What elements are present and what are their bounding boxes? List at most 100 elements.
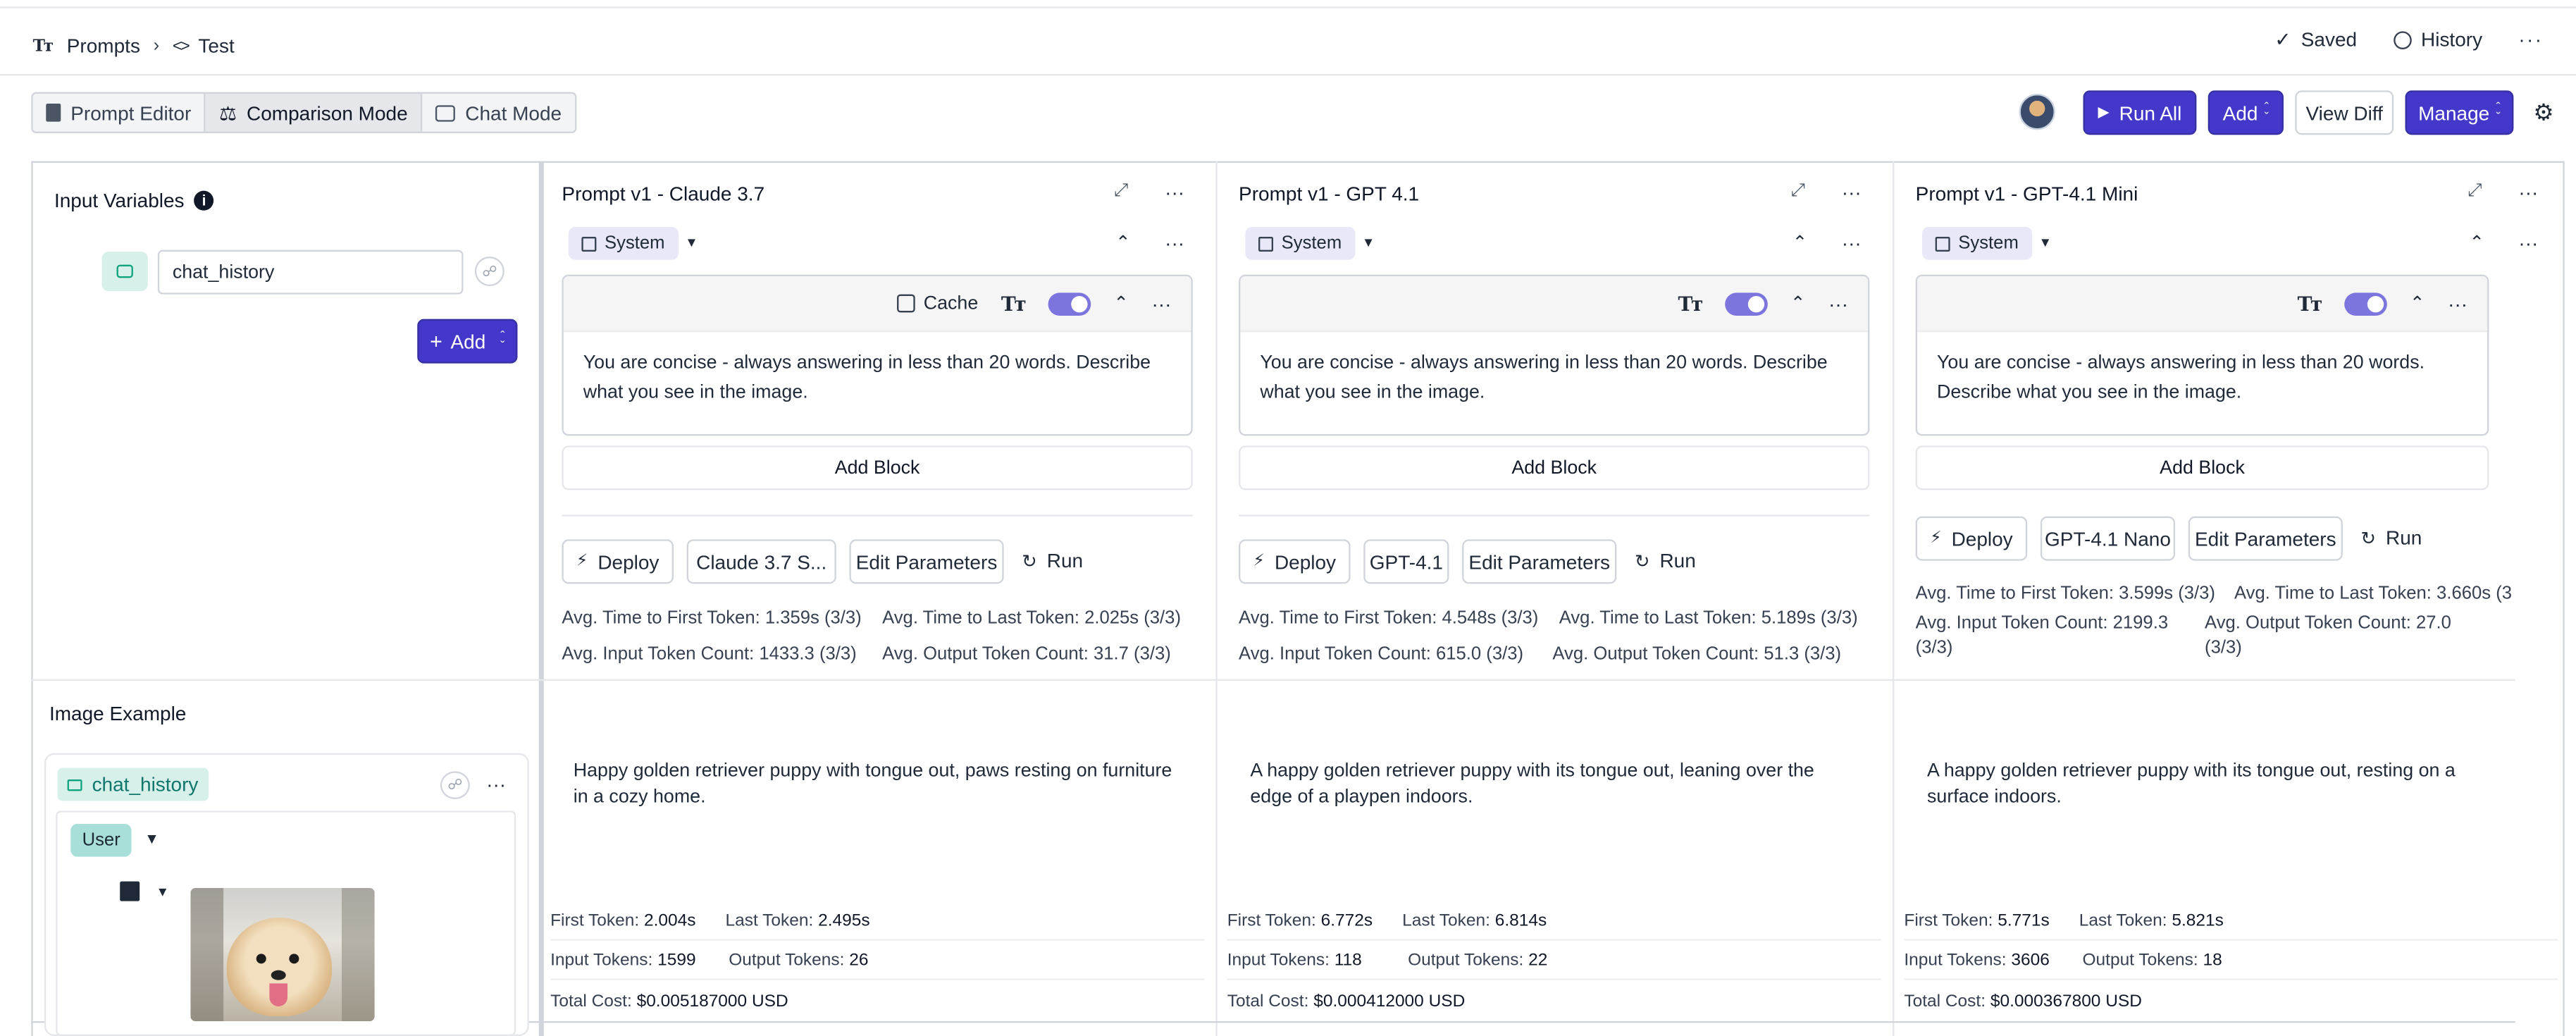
tab-chat-mode[interactable]: Chat Mode xyxy=(423,94,575,132)
more-icon[interactable]: ··· xyxy=(1842,181,1862,204)
add-variable-button[interactable]: + Add ˆ ˇ xyxy=(417,319,518,364)
variable-settings-icon[interactable]: ☍ xyxy=(474,257,504,286)
cache-label: Cache xyxy=(923,293,979,314)
run-button[interactable]: ↻ Run xyxy=(1022,549,1083,572)
deploy-button[interactable]: ⚡ Deploy xyxy=(1915,516,2028,561)
run-button[interactable]: ↻ Run xyxy=(1635,549,1696,572)
history-button[interactable]: History xyxy=(2393,28,2482,51)
input-tokens-label: Input Tokens: xyxy=(1904,949,2007,970)
prompt-editor: Tт ⌃ ··· You are concise - always answer… xyxy=(1239,274,1870,436)
view-diff-label: View Diff xyxy=(2305,101,2383,125)
edit-parameters-label: Edit Parameters xyxy=(855,550,998,574)
avg-input-tokens: Avg. Input Token Count: 1433.3 (3/3) xyxy=(562,644,857,665)
edit-parameters-button[interactable]: Edit Parameters xyxy=(849,539,1004,584)
run-all-button[interactable]: ▶ Run All xyxy=(2083,90,2197,135)
more-icon[interactable]: ··· xyxy=(2518,181,2538,204)
avg-last-token: Avg. Time to Last Token: 5.189s (3/3) xyxy=(1559,608,1858,629)
chevron-up-icon[interactable]: ⌃ xyxy=(1115,232,1130,253)
prompt-text[interactable]: You are concise - always answering in le… xyxy=(1917,332,2487,424)
variable-name-value: chat_history xyxy=(172,262,275,283)
tab-comparison-mode[interactable]: ⚖ Comparison Mode xyxy=(206,94,423,132)
total-cost-value: $0.005187000 USD xyxy=(636,992,788,1011)
more-icon[interactable]: ··· xyxy=(1842,232,1862,255)
run-button[interactable]: ↻ Run xyxy=(2361,526,2422,550)
role-chip[interactable]: User xyxy=(70,824,132,857)
breadcrumb-current[interactable]: Test xyxy=(198,35,234,58)
more-icon[interactable]: ··· xyxy=(1151,292,1171,315)
gear-icon[interactable]: ⚙ xyxy=(2533,99,2553,127)
role-selector[interactable]: System xyxy=(1922,227,2032,260)
chevron-up-icon[interactable]: ⌃ xyxy=(1113,292,1128,314)
caret-down-icon[interactable]: ▼ xyxy=(2039,235,2052,250)
role-selector[interactable]: System xyxy=(1245,227,1355,260)
chevron-up-icon[interactable]: ⌃ xyxy=(1790,292,1805,314)
image-icon[interactable] xyxy=(120,881,140,901)
saved-indicator: ✓ Saved xyxy=(2274,28,2357,51)
tab-label: Comparison Mode xyxy=(247,101,408,125)
expand-icon[interactable]: ⤢ xyxy=(2467,181,2482,202)
prompt-editor: Cache Tт ⌃ ··· You are concise - always … xyxy=(562,274,1193,436)
chevron-up-icon[interactable]: ⌃ xyxy=(2469,232,2484,253)
avatar[interactable] xyxy=(2019,94,2055,130)
chat-settings-icon[interactable]: ☍ xyxy=(440,771,470,799)
token-timing-row: First Token: 5.771s Last Token: 5.821s xyxy=(1904,901,2558,941)
model-selector[interactable]: GPT-4.1 Nano xyxy=(2040,516,2176,561)
tab-prompt-editor[interactable]: Prompt Editor xyxy=(33,94,206,132)
role-label: System xyxy=(1958,233,2019,254)
avg-last-token: Avg. Time to Last Token: 3.660s (3 xyxy=(2234,584,2513,604)
history-label: History xyxy=(2421,27,2483,51)
chevron-up-icon[interactable]: ⌃ xyxy=(2410,292,2425,314)
system-icon xyxy=(1935,235,1950,251)
toggle-switch[interactable] xyxy=(1724,292,1768,315)
toggle-switch[interactable] xyxy=(2343,292,2387,315)
more-icon[interactable]: ··· xyxy=(2518,232,2538,255)
toggle-switch[interactable] xyxy=(1048,292,1091,315)
divider-left[interactable] xyxy=(538,161,544,1036)
text-format-icon[interactable]: Tт xyxy=(2298,292,2323,315)
avg-first-token: Avg. Time to First Token: 3.599s (3/3) xyxy=(1915,584,2215,604)
role-selector[interactable]: System xyxy=(568,227,679,260)
breadcrumb-prompts[interactable]: Prompts xyxy=(67,35,140,58)
variable-name-input[interactable]: chat_history xyxy=(157,249,464,295)
prompt-text[interactable]: You are concise - always answering in le… xyxy=(564,332,1191,424)
chevron-up-icon[interactable]: ⌃ xyxy=(1792,232,1807,253)
caret-down-icon[interactable]: ▼ xyxy=(1362,235,1375,250)
caret-down-icon[interactable]: ▼ xyxy=(156,884,169,899)
cache-checkbox[interactable]: Cache xyxy=(897,294,978,314)
edit-parameters-button[interactable]: Edit Parameters xyxy=(1462,539,1617,584)
more-icon[interactable]: ··· xyxy=(2518,28,2543,51)
avg-first-token: Avg. Time to First Token: 4.548s (3/3) xyxy=(1239,608,1539,629)
avg-output-tokens: Avg. Output Token Count: 51.3 (3/3) xyxy=(1552,644,1842,665)
caret-down-icon[interactable]: ▼ xyxy=(144,830,159,846)
check-icon: ✓ xyxy=(2274,27,2291,51)
add-block-button[interactable]: Add Block xyxy=(1915,445,2489,491)
more-icon[interactable]: ··· xyxy=(486,773,506,796)
more-icon[interactable]: ··· xyxy=(2448,292,2467,315)
manage-button[interactable]: Manage ˆ ˇ xyxy=(2405,90,2514,135)
expand-icon[interactable]: ⤢ xyxy=(1114,181,1129,202)
chevron-right-icon: › xyxy=(153,36,160,56)
model-selector[interactable]: Claude 3.7 S... xyxy=(686,539,836,584)
more-icon[interactable]: ··· xyxy=(1165,232,1184,255)
saved-label: Saved xyxy=(2301,27,2358,51)
image-example-title: Image Example xyxy=(49,702,187,725)
add-button[interactable]: Add ˆ ˇ xyxy=(2207,90,2284,135)
caret-down-icon[interactable]: ▼ xyxy=(685,235,698,250)
text-format-icon[interactable]: Tт xyxy=(1001,292,1027,315)
more-icon[interactable]: ··· xyxy=(1165,181,1184,204)
text-format-icon[interactable]: Tт xyxy=(1678,292,1704,315)
info-icon[interactable]: i xyxy=(194,190,214,211)
model-selector[interactable]: GPT-4.1 xyxy=(1363,539,1449,584)
view-diff-button[interactable]: View Diff xyxy=(2295,90,2394,135)
deploy-button[interactable]: ⚡ Deploy xyxy=(562,539,674,584)
deploy-label: Deploy xyxy=(597,550,660,574)
avg-output-tokens: Avg. Output Token Count: 31.7 (3/3) xyxy=(882,644,1171,665)
add-block-button[interactable]: Add Block xyxy=(562,445,1193,491)
add-block-button[interactable]: Add Block xyxy=(1239,445,1870,491)
expand-icon[interactable]: ⤢ xyxy=(1790,181,1805,202)
avg-last-token: Avg. Time to Last Token: 2.025s (3/3) xyxy=(882,608,1182,629)
more-icon[interactable]: ··· xyxy=(1828,292,1848,315)
prompt-text[interactable]: You are concise - always answering in le… xyxy=(1240,332,1868,424)
deploy-button[interactable]: ⚡ Deploy xyxy=(1239,539,1351,584)
edit-parameters-button[interactable]: Edit Parameters xyxy=(2188,516,2343,561)
